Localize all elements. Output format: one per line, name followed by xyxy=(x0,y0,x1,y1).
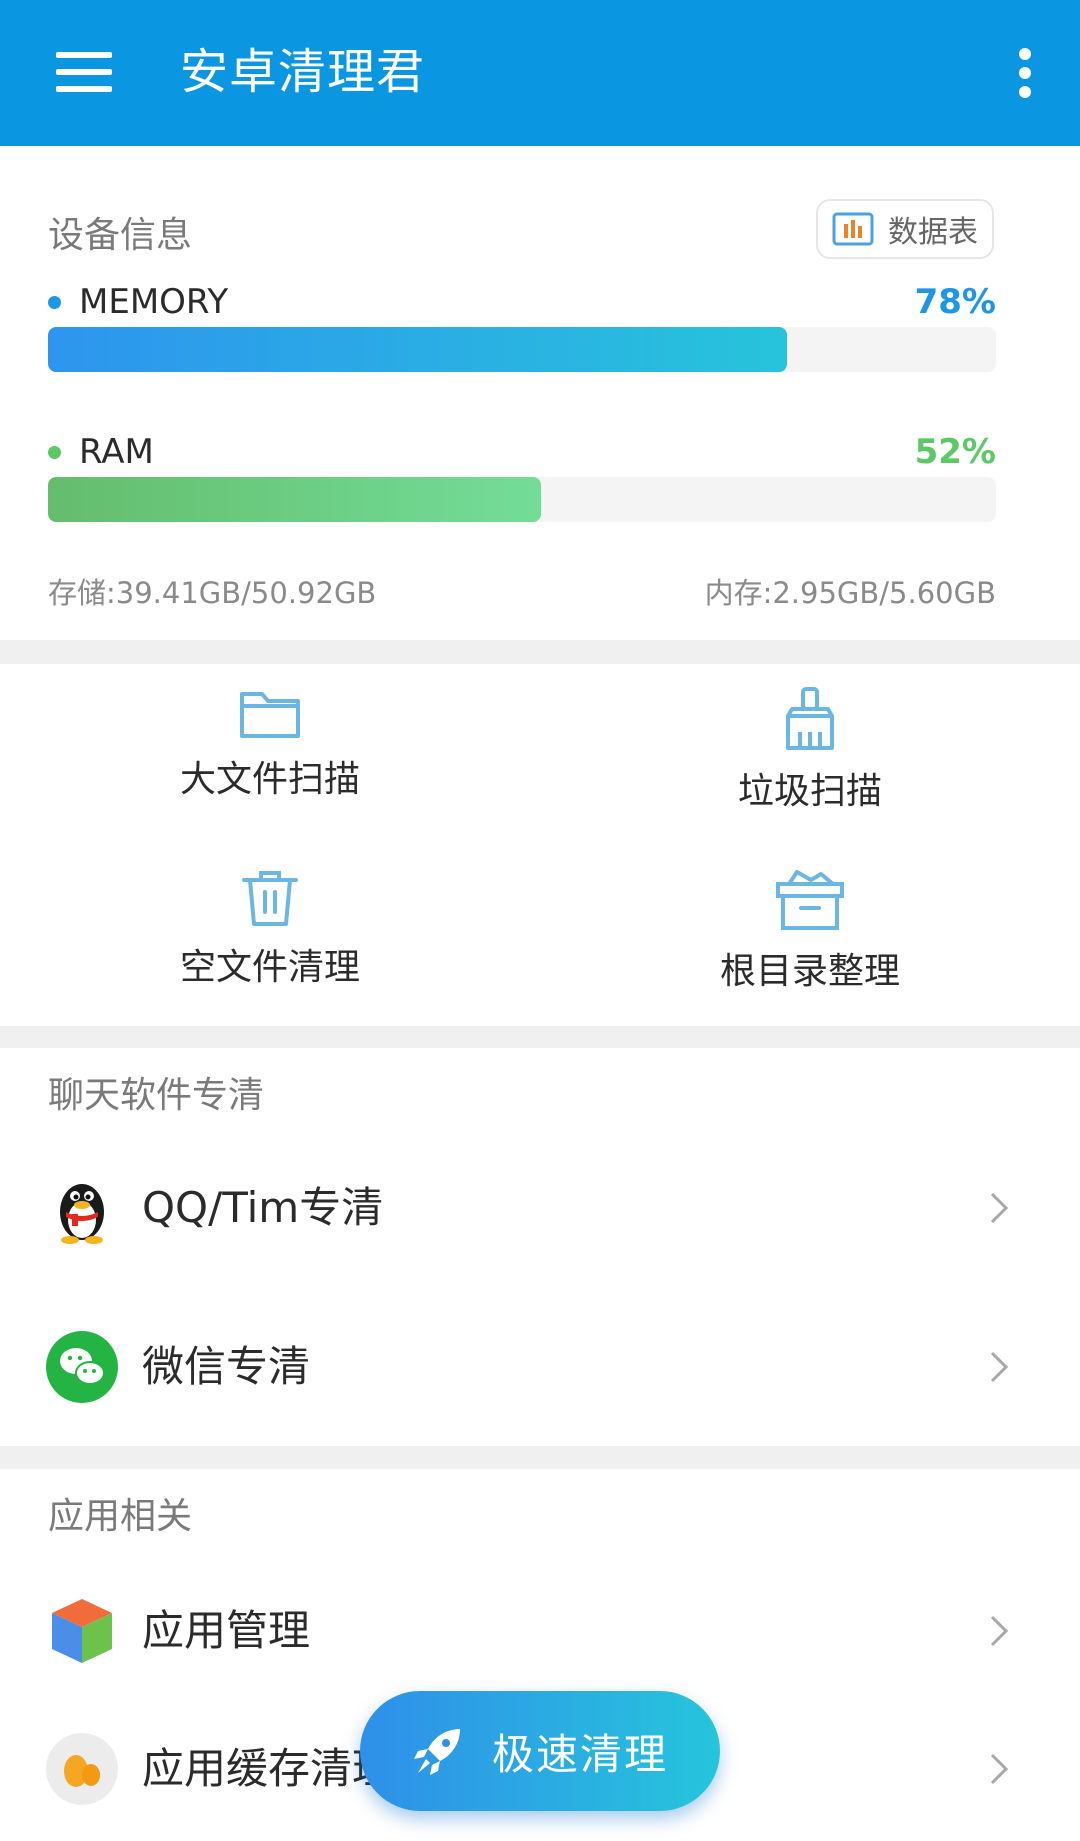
chevron-right-icon xyxy=(990,1351,1009,1383)
device-info-card: 设备信息 数据表 MEMORY 78% RAM 52% 存储:39.41GB/5… xyxy=(0,146,1080,640)
qq-penguin-icon xyxy=(60,1184,104,1244)
list-item-label: 微信专清 xyxy=(142,1342,311,1391)
hamburger-menu-icon[interactable] xyxy=(40,40,128,104)
memory-percent: 78% xyxy=(914,282,996,322)
app-cube-icon xyxy=(52,1599,112,1663)
ram-label: RAM xyxy=(79,432,154,472)
list-item-wechat[interactable]: 微信专清 xyxy=(0,1297,1080,1437)
rocket-icon xyxy=(413,1729,460,1775)
tool-label: 空文件清理 xyxy=(179,947,360,988)
cache-icon xyxy=(46,1733,118,1805)
more-vertical-icon[interactable] xyxy=(1000,38,1050,108)
ram-progress-track xyxy=(48,477,996,522)
ram-dot xyxy=(48,446,61,459)
list-item-label: 应用管理 xyxy=(142,1606,311,1655)
storage-stat: 存储:39.41GB/50.92GB xyxy=(48,576,377,610)
list-item-app-manager[interactable]: 应用管理 xyxy=(0,1561,1080,1701)
memory-dot xyxy=(48,296,61,309)
bar-chart-icon xyxy=(832,212,874,246)
quick-clean-button[interactable]: 极速清理 xyxy=(360,1691,720,1811)
ram-progress-fill xyxy=(48,477,541,522)
quick-clean-label: 极速清理 xyxy=(491,1729,668,1779)
datatable-button[interactable]: 数据表 xyxy=(816,199,994,259)
datatable-label: 数据表 xyxy=(888,215,978,250)
empty-file-clean-button[interactable]: 空文件清理 xyxy=(120,868,420,990)
chat-apps-section: 聊天软件专清 QQ/Tim专清 微信专清 xyxy=(0,1048,1080,1446)
chat-section-title: 聊天软件专清 xyxy=(48,1075,265,1116)
broom-icon xyxy=(786,687,834,750)
memory-label: MEMORY xyxy=(79,282,229,322)
memory-stat: 内存:2.95GB/5.60GB xyxy=(704,576,996,610)
chevron-right-icon xyxy=(990,1615,1009,1647)
wechat-icon xyxy=(46,1331,118,1403)
ram-metric: RAM 52% xyxy=(48,432,996,527)
list-item-qq[interactable]: QQ/Tim专清 xyxy=(0,1138,1080,1278)
memory-metric: MEMORY 78% xyxy=(48,282,996,377)
tools-grid: 大文件扫描 垃圾扫描 空文件清理 根目录整理 xyxy=(0,664,1080,1026)
large-file-scan-button[interactable]: 大文件扫描 xyxy=(120,686,420,802)
tool-label: 垃圾扫描 xyxy=(737,771,882,812)
memory-progress-track xyxy=(48,327,996,372)
trash-icon xyxy=(242,871,298,926)
chevron-right-icon xyxy=(990,1753,1009,1785)
app-bar: 安卓清理君 xyxy=(0,0,1080,146)
tool-label: 大文件扫描 xyxy=(179,759,360,800)
apps-section-title: 应用相关 xyxy=(48,1496,193,1537)
device-info-title: 设备信息 xyxy=(48,215,193,256)
archive-box-icon xyxy=(776,870,844,930)
memory-progress-fill xyxy=(48,327,788,372)
tool-label: 根目录整理 xyxy=(719,951,900,992)
list-item-label: QQ/Tim专清 xyxy=(142,1183,384,1232)
junk-scan-button[interactable]: 垃圾扫描 xyxy=(660,686,960,814)
chevron-right-icon xyxy=(990,1192,1009,1224)
list-item-label: 应用缓存清理 xyxy=(142,1744,395,1793)
app-title: 安卓清理君 xyxy=(180,44,426,100)
ram-percent: 52% xyxy=(914,432,996,472)
folder-icon xyxy=(240,692,300,738)
root-dir-organize-button[interactable]: 根目录整理 xyxy=(660,868,960,994)
